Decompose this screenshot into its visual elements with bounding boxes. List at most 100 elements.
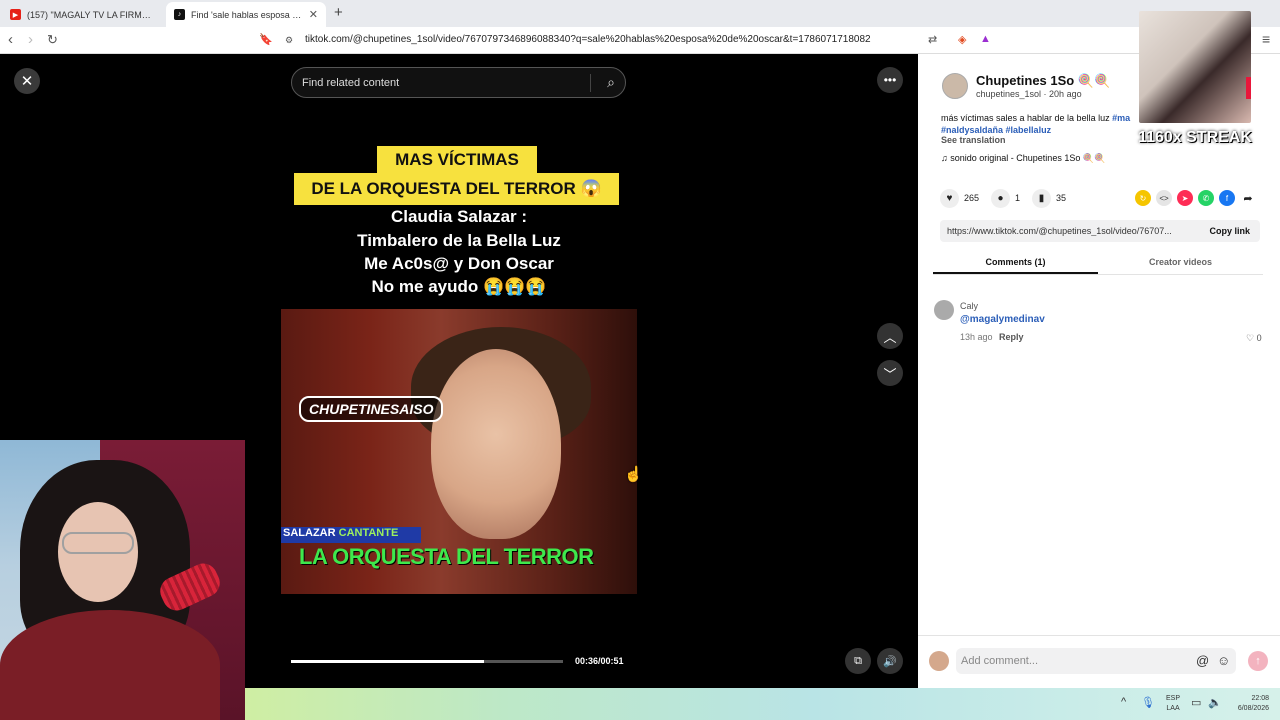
tab-creator-videos[interactable]: Creator videos: [1098, 252, 1263, 274]
search-divider: [590, 74, 591, 92]
close-tab-icon[interactable]: ✕: [309, 8, 318, 21]
reload-icon[interactable]: ↻: [47, 32, 58, 48]
brave-shield-icon[interactable]: ◈: [958, 33, 966, 46]
search-placeholder: Find related content: [302, 77, 400, 89]
watermark-sticker: CHUPETINESAISO: [299, 396, 444, 422]
site-info-icon[interactable]: ⚙: [285, 35, 293, 46]
video-link: https://www.tiktok.com/@chupetines_1sol/…: [947, 226, 1172, 236]
clock-date: 6/08/2026: [1237, 705, 1269, 712]
chevron-up-icon: ︿: [883, 329, 897, 345]
tab-magaly-tv[interactable]: ▶ (157) "MAGALY TV LA FIRME" | 06 DE: [2, 2, 162, 27]
video-timer: 00:36/00:51: [575, 656, 624, 666]
chevron-down-icon: ﹀: [883, 366, 897, 382]
new-tab-button[interactable]: +: [334, 4, 343, 21]
tab-title: Find 'sale hablas esposa de o: [191, 9, 305, 20]
pip-icon: ⧉: [854, 654, 862, 667]
comment-like[interactable]: ♡ 0: [1246, 333, 1262, 344]
clock[interactable]: 22:08 6/08/2026: [1227, 694, 1269, 714]
details-panel: Chupetines 1So 🍭🍭 chupetines_1sol · 20h …: [918, 54, 1280, 688]
hashtag[interactable]: #labellaluz: [1006, 125, 1052, 135]
comment-button[interactable]: ● 1: [991, 188, 1020, 208]
volume-tray-icon[interactable]: 🔈: [1208, 696, 1222, 709]
progress-bar[interactable]: [291, 660, 563, 663]
comment-icon: ●: [991, 188, 1011, 208]
repost-icon[interactable]: ↻: [1135, 190, 1151, 206]
previous-video-button[interactable]: ︿: [877, 323, 903, 349]
save-count: 35: [1056, 193, 1067, 203]
url-text[interactable]: tiktok.com/@chupetines_1sol/video/767079…: [305, 34, 871, 45]
comment-time: 13h ago: [960, 332, 993, 342]
comment-text[interactable]: @magalymedinav: [960, 314, 1045, 325]
more-options-button[interactable]: •••: [877, 67, 903, 93]
facebook-icon[interactable]: f: [1219, 190, 1235, 206]
emoji-icon[interactable]: ☺: [1217, 653, 1230, 668]
lower-third-role: CANTANTE: [338, 527, 399, 539]
rewards-icon[interactable]: ▲: [980, 33, 991, 45]
description-text: más víctimas sales a hablar de la bella …: [941, 113, 1113, 123]
streak-overlay: 1160x STREAK: [1138, 11, 1252, 149]
more-icon: •••: [883, 73, 897, 87]
language-indicator[interactable]: ESP LAA: [1166, 694, 1180, 714]
hashtag[interactable]: #naldysaldaña: [941, 125, 1003, 135]
network-icon[interactable]: ▭: [1191, 696, 1201, 709]
author-avatar[interactable]: [942, 73, 968, 99]
mention-icon[interactable]: @: [1196, 653, 1209, 668]
headline-banner-1: MAS VÍCTIMAS: [377, 146, 537, 173]
browser-tab-bar: ▶ (157) "MAGALY TV LA FIRME" | 06 DE ♪ F…: [0, 0, 1280, 27]
add-comment-placeholder: Add comment...: [961, 655, 1039, 667]
share-icon[interactable]: ➦: [1240, 190, 1256, 206]
forward-icon[interactable]: ›: [28, 31, 33, 48]
comment-username[interactable]: Caly: [960, 301, 978, 311]
tray-chevron-up-icon[interactable]: ^: [1121, 696, 1126, 708]
see-translation-link[interactable]: See translation: [941, 135, 1006, 145]
tab-tiktok-search[interactable]: ♪ Find 'sale hablas esposa de o ✕: [166, 2, 326, 27]
related-search-input[interactable]: Find related content ⌕: [291, 67, 626, 98]
add-comment-input[interactable]: Add comment... @ ☺: [956, 648, 1236, 674]
like-count: 265: [964, 193, 980, 203]
tab-comments[interactable]: Comments (1): [933, 252, 1098, 274]
lower-third: SALAZAR CANTANTE: [281, 527, 421, 543]
streak-accent: [1246, 77, 1251, 99]
video-player[interactable]: Find related content ⌕ MAS VÍCTIMAS DE L…: [281, 54, 637, 688]
next-video-button[interactable]: ﹀: [877, 360, 903, 386]
streak-image: [1139, 11, 1251, 123]
copy-link-button[interactable]: Copy link: [1209, 226, 1250, 236]
mic-icon[interactable]: 🎙: [1141, 696, 1155, 709]
save-button[interactable]: ▮ 35: [1032, 188, 1067, 208]
reply-button[interactable]: Reply: [999, 332, 1024, 342]
author-name[interactable]: Chupetines 1So 🍭🍭: [976, 73, 1110, 89]
send-comment-button[interactable]: ↑: [1248, 651, 1268, 671]
caption-line-4: No me ayudo 😭😭😭: [371, 277, 547, 296]
search-icon[interactable]: ⌕: [607, 74, 615, 91]
bookmark-icon[interactable]: 🔖: [259, 33, 273, 46]
screen: ▶ (157) "MAGALY TV LA FIRME" | 06 DE ♪ F…: [0, 0, 1280, 720]
sound-link[interactable]: ♫ sonido original - Chupetines 1So 🍭🍭: [941, 153, 1105, 164]
share-row: ↻ <> ➤ ✆ f ➦: [1135, 190, 1261, 206]
back-icon[interactable]: ‹: [8, 31, 13, 48]
embed-icon[interactable]: <>: [1156, 190, 1172, 206]
streamer-glasses: [62, 532, 134, 554]
clock-time: 22:08: [1251, 695, 1269, 702]
volume-button[interactable]: 🔊: [877, 648, 903, 674]
like-button[interactable]: ♥ 265: [940, 188, 980, 208]
comment-like-count: 0: [1256, 333, 1262, 343]
heart-icon: ♥: [940, 188, 959, 208]
layout-code: LAA: [1166, 705, 1180, 712]
caption-line-2: Timbalero de la Bella Luz: [357, 231, 561, 250]
author-handle: chupetines_1sol · 20h ago: [976, 89, 1082, 99]
menu-icon[interactable]: ≡: [1262, 31, 1270, 47]
progress-fill: [291, 660, 485, 663]
translate-icon[interactable]: ⇄: [928, 33, 937, 46]
user-avatar: [929, 651, 949, 671]
speaker-icon: 🔊: [883, 655, 897, 668]
whatsapp-icon[interactable]: ✆: [1198, 190, 1214, 206]
hashtag[interactable]: #ma: [1112, 113, 1130, 123]
youtube-icon: ▶: [10, 9, 21, 20]
close-video-button[interactable]: ✕: [14, 68, 40, 94]
bookmark-icon: ▮: [1032, 188, 1052, 208]
lower-third-name: SALAZAR: [283, 527, 336, 539]
tiktok-icon: ♪: [174, 9, 185, 20]
send-icon[interactable]: ➤: [1177, 190, 1193, 206]
floating-player-button[interactable]: ⧉: [845, 648, 871, 674]
comment-avatar[interactable]: [934, 300, 954, 320]
